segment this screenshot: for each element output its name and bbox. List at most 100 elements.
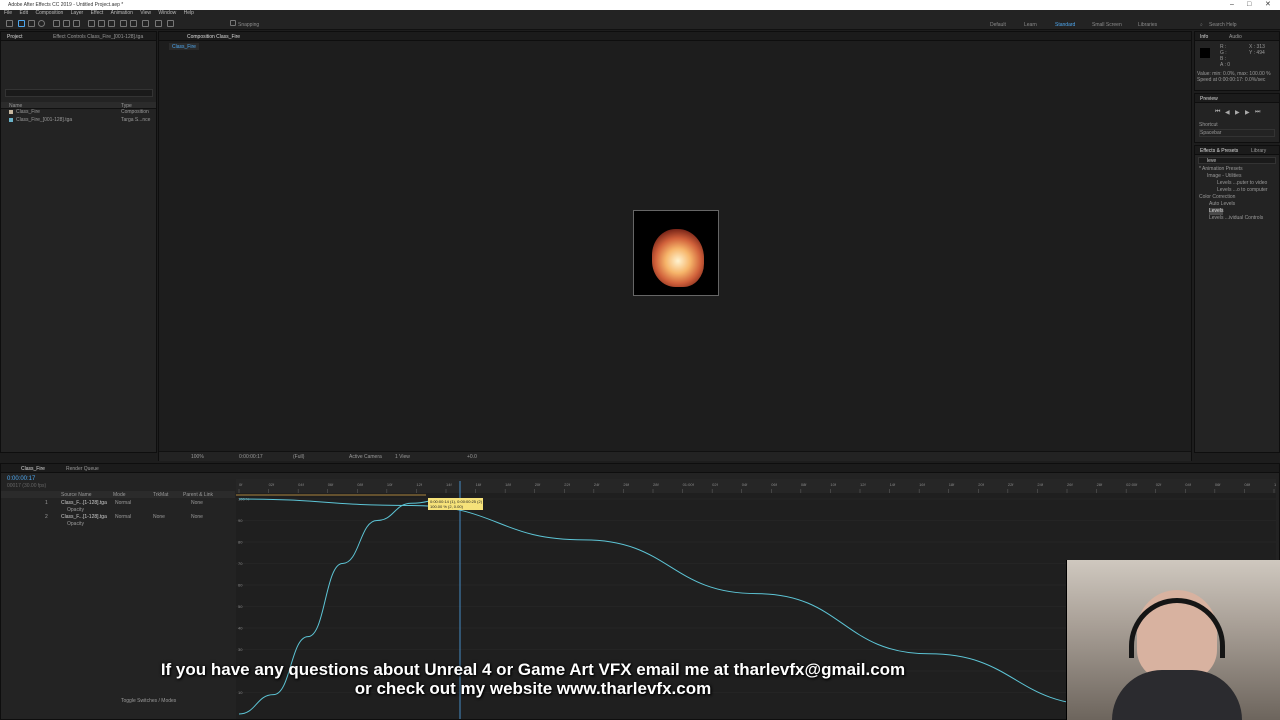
brush-icon[interactable] (120, 20, 127, 27)
next-frame-icon[interactable]: ▶ (1245, 109, 1250, 116)
info-panel: Info Audio R : G : B : A : 0 X : 313 Y :… (1194, 31, 1280, 91)
tab-project[interactable]: Project (7, 34, 23, 40)
subtitle-line-2: or check out my website www.tharlevfx.co… (354, 679, 712, 698)
ruler-label: 12f (860, 482, 866, 487)
home-icon[interactable] (6, 20, 13, 27)
project-search-input[interactable] (5, 89, 153, 97)
menu-view[interactable]: View (140, 10, 151, 16)
layer-row-1[interactable]: 1 Class_F...[1-128].tga Normal None (1, 499, 235, 506)
ruler-label: 14f (890, 482, 896, 487)
ruler-label: 10f (1274, 482, 1276, 487)
menu-animation[interactable]: Animation (111, 10, 133, 16)
info-y: Y : 494 (1249, 50, 1265, 56)
toggle-switches-modes[interactable]: Toggle Switches / Modes (121, 698, 176, 704)
tab-audio[interactable]: Audio (1229, 34, 1242, 40)
resolution-select[interactable]: (Full) (293, 454, 304, 460)
info-speed: Speed at 0:00:00:17: 0.0%/sec (1197, 77, 1266, 83)
workspace-default[interactable]: Default (990, 22, 1006, 28)
clone-icon[interactable] (130, 20, 137, 27)
tab-library[interactable]: Library (1251, 148, 1266, 154)
tab-effect-controls[interactable]: Effect Controls Class_Fire_[001-128].tga (53, 34, 143, 40)
tab-preview[interactable]: Preview (1200, 96, 1218, 102)
zoom-level[interactable]: 100% (191, 454, 204, 460)
snapping-checkbox[interactable] (230, 20, 236, 26)
property-name[interactable]: Opacity (67, 521, 84, 527)
tab-render-queue[interactable]: Render Queue (66, 466, 99, 472)
close-button[interactable]: ✕ (1265, 1, 1271, 9)
ruler-label: 12f (416, 482, 422, 487)
menu-help[interactable]: Help (184, 10, 194, 16)
col-parent[interactable]: Parent & Link (183, 492, 213, 498)
comp-timecode[interactable]: 0:00:00:17 (239, 454, 263, 460)
preview-tabs: Preview (1195, 94, 1279, 103)
shortcut-select[interactable]: Spacebar (1199, 129, 1275, 137)
menu-layer[interactable]: Layer (71, 10, 84, 16)
selection-icon[interactable] (18, 20, 25, 27)
breadcrumb[interactable]: Class_Fire (169, 43, 199, 50)
zoom-icon[interactable] (38, 20, 45, 27)
pan-behind-icon[interactable] (73, 20, 80, 27)
play-icon[interactable]: ▶ (1235, 109, 1240, 116)
exposure-value[interactable]: +0.0 (467, 454, 477, 460)
menu-window[interactable]: Window (158, 10, 176, 16)
menu-file[interactable]: File (4, 10, 12, 16)
col-source-name[interactable]: Source Name (61, 492, 92, 498)
tree-item-selected[interactable]: Levels (1209, 208, 1224, 215)
puppet-icon[interactable] (167, 20, 174, 27)
last-frame-icon[interactable]: ⏭ (1255, 109, 1260, 116)
comp-footer: 100% 0:00:00:17 (Full) Active Camera 1 V… (159, 451, 1191, 461)
property-row-1[interactable]: Opacity (1, 506, 235, 513)
col-mode[interactable]: Mode (113, 492, 126, 498)
effects-panel: Effects & Presets Library leve * Animati… (1194, 145, 1280, 453)
camera-icon[interactable] (63, 20, 70, 27)
menu-effect[interactable]: Effect (91, 10, 104, 16)
effects-search-input[interactable]: leve (1198, 157, 1276, 164)
camera-select[interactable]: Active Camera (349, 454, 382, 460)
hand-icon[interactable] (28, 20, 35, 27)
tree-item[interactable]: Color Correction (1199, 194, 1235, 201)
project-item-footage[interactable]: Class_Fire_[001-128].tga Targa S...nce (1, 117, 156, 124)
tree-item[interactable]: Levels ...ividual Controls (1209, 215, 1263, 222)
rectangle-icon[interactable] (88, 20, 95, 27)
project-item-comp[interactable]: Class_Fire Composition (1, 109, 156, 116)
menu-composition[interactable]: Composition (35, 10, 63, 16)
minimize-button[interactable]: – (1230, 1, 1234, 9)
tree-item[interactable]: Levels ...o to computer (1217, 187, 1268, 194)
pen-icon[interactable] (98, 20, 105, 27)
menu-edit[interactable]: Edit (19, 10, 28, 16)
eraser-icon[interactable] (142, 20, 149, 27)
tree-item[interactable]: Auto Levels (1209, 201, 1235, 208)
tab-timeline[interactable]: Class_Fire (21, 466, 45, 472)
workspace-learn[interactable]: Learn (1024, 22, 1037, 28)
property-row-2[interactable]: Opacity (1, 520, 235, 527)
type-icon[interactable] (108, 20, 115, 27)
tree-item[interactable]: Levels ...puter to video (1217, 180, 1267, 187)
ruler-label: 18f (505, 482, 511, 487)
ruler-label: 02f (1156, 482, 1162, 487)
ruler-label: 02f (269, 482, 275, 487)
ruler-label: 10f (387, 482, 393, 487)
prev-frame-icon[interactable]: ◀ (1225, 109, 1230, 116)
tab-composition[interactable]: Composition Class_Fire (187, 34, 240, 40)
views-select[interactable]: 1 View (395, 454, 410, 460)
ruler-label: 01:00f (683, 482, 695, 487)
timeline-timecode[interactable]: 0:00:00:17 (7, 476, 35, 483)
tree-item[interactable]: Image - Utilities (1207, 173, 1241, 180)
project-item-type: Targa S...nce (121, 117, 151, 123)
tab-info[interactable]: Info (1200, 34, 1208, 40)
ruler-label: 22f (1008, 482, 1014, 487)
workspace-standard[interactable]: Standard (1055, 22, 1075, 28)
search-icon[interactable]: ⌕ (1200, 22, 1203, 28)
roto-icon[interactable] (155, 20, 162, 27)
workspace-small-screen[interactable]: Small Screen (1092, 22, 1122, 28)
workspace-libraries[interactable]: Libraries (1138, 22, 1157, 28)
col-trkmat[interactable]: TrkMat (153, 492, 168, 498)
search-help-input[interactable]: Search Help (1209, 22, 1237, 28)
maximize-button[interactable]: □ (1247, 1, 1251, 9)
layer-row-2[interactable]: 2 Class_F...[1-128].tga Normal None None (1, 513, 235, 520)
tree-item[interactable]: * Animation Presets (1199, 166, 1243, 173)
comp-canvas[interactable] (633, 210, 719, 296)
tab-effects-presets[interactable]: Effects & Presets (1200, 148, 1238, 154)
first-frame-icon[interactable]: ⏮ (1215, 109, 1220, 116)
rotate-icon[interactable] (53, 20, 60, 27)
